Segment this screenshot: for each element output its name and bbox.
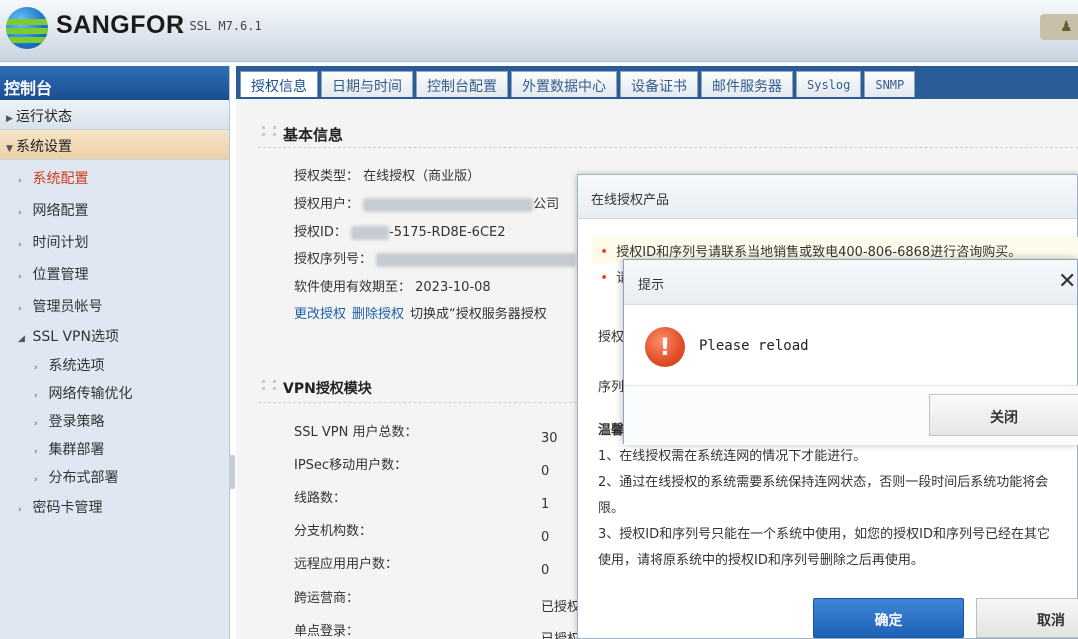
vpn-row-value: 0 <box>541 563 550 578</box>
sidebar-title: 控制台 <box>0 66 229 100</box>
tab-syslog[interactable]: Syslog <box>796 71 862 97</box>
vpn-row-value: 30 <box>541 431 558 446</box>
auth-id-label: 授权 <box>598 330 625 345</box>
vpn-row-label: IPSec移动用户数： <box>294 458 408 473</box>
bullet-icon: • <box>600 270 609 286</box>
note-line: 使用，请将原系统中的授权ID和序列号删除之后再使用。 <box>598 553 924 568</box>
chevron-right-icon: › <box>34 363 38 373</box>
caret-right-icon: ▶ <box>6 114 13 124</box>
sidebar-item-system-options[interactable]: › 系统选项 <box>0 349 229 377</box>
sidebar-item-crypto-card[interactable]: › 密码卡管理 <box>0 489 229 521</box>
vpn-row-value: 已授权 <box>541 600 581 615</box>
app-header: SANGFOR | SSL M7.6.1 ♟ <box>0 0 1078 62</box>
section-title-basic: 基本信息 <box>283 126 344 144</box>
sidebar-item-distributed[interactable]: › 分布式部署 <box>0 461 229 489</box>
sidebar-item-network-optimization[interactable]: › 网络传输优化 <box>0 377 229 405</box>
vpn-row-value: 0 <box>541 464 550 479</box>
vpn-row-label: 线路数： <box>294 491 347 506</box>
confirm-button[interactable]: 确定 <box>813 598 964 638</box>
chevron-right-icon: › <box>34 391 38 401</box>
product-version: | SSL M7.6.1 <box>175 19 262 33</box>
chevron-right-icon: › <box>34 447 38 457</box>
user-menu[interactable]: ♟ <box>1040 14 1078 40</box>
sidebar-group-status[interactable]: ▶ 运行状态 <box>0 100 229 130</box>
user-icon: ♟ <box>1060 19 1073 35</box>
vpn-row-label: 远程应用用户数： <box>294 557 399 572</box>
sidebar-item-ssl-vpn-options[interactable]: ◢ SSL VPN选项 <box>0 320 229 349</box>
tab-date-time[interactable]: 日期与时间 <box>321 71 413 97</box>
tab-external-datacenter[interactable]: 外置数据中心 <box>511 71 617 97</box>
chevron-right-icon: › <box>18 176 22 186</box>
sidebar-item-login-policy[interactable]: › 登录策略 <box>0 405 229 433</box>
alert-message: Please reload <box>699 338 809 354</box>
vpn-row-value: 已授权 <box>541 628 580 639</box>
tab-license-info[interactable]: 授权信息 <box>240 71 318 97</box>
auth-user: 授权用户： 公司 <box>294 197 560 212</box>
chevron-right-icon: › <box>34 475 38 485</box>
warning-icon: ! <box>645 327 685 367</box>
vpn-row-value: 0 <box>541 530 550 545</box>
section-bullet-icon <box>262 126 276 136</box>
reload-alert-dialog: 提示 ✕ ! Please reload 关闭 <box>623 259 1078 445</box>
vpn-row-label: 跨运营商： <box>294 591 360 606</box>
tab-console-config[interactable]: 控制台配置 <box>416 71 508 97</box>
sidebar-item-system-config[interactable]: › 系统配置 <box>0 160 229 192</box>
vpn-row-label: 单点登录： <box>294 624 360 639</box>
serial-label: 序列 <box>598 380 625 395</box>
chevron-right-icon: › <box>18 208 22 218</box>
chevron-right-icon: › <box>18 505 22 515</box>
redacted-value <box>363 197 534 212</box>
sidebar-item-cluster[interactable]: › 集群部署 <box>0 433 229 461</box>
sidebar: 控制台 ▶ 运行状态 ▼ 系统设置 › 系统配置 › 网络配置 › 时间计划 › 位… <box>0 66 230 639</box>
purchase-tip: • 授权ID和序列号请联系当地销售或致电400-806-6868进行咨询购买。 <box>600 244 1022 260</box>
sidebar-item-schedule[interactable]: › 时间计划 <box>0 224 229 256</box>
sidebar-collapse-handle[interactable] <box>229 455 235 489</box>
section-divider <box>258 147 1078 148</box>
close-button[interactable]: 关闭 <box>929 394 1078 436</box>
change-license-link[interactable]: 更改授权 <box>294 307 346 322</box>
sidebar-item-network-config[interactable]: › 网络配置 <box>0 192 229 224</box>
sidebar-item-admin-accounts[interactable]: › 管理员帐号 <box>0 288 229 320</box>
redacted-value <box>376 252 577 267</box>
chevron-right-icon: › <box>18 304 22 314</box>
note-line: 1、在线授权需在系统连网的情况下才能进行。 <box>598 449 867 464</box>
tab-mail-server[interactable]: 邮件服务器 <box>701 71 793 97</box>
tab-device-cert[interactable]: 设备证书 <box>620 71 698 97</box>
sidebar-group-settings[interactable]: ▼ 系统设置 <box>0 130 229 160</box>
vpn-row-value: 1 <box>541 497 550 512</box>
warm-tip-title: 温馨 <box>598 423 625 438</box>
section-title-vpn: VPN授权模块 <box>283 381 372 397</box>
chevron-right-icon: › <box>18 272 22 282</box>
caret-down-icon: ▼ <box>6 144 13 154</box>
note-line: 限。 <box>598 501 625 516</box>
expire-date: 软件使用有效期至： 2023-10-08 <box>294 280 491 295</box>
vpn-row-label: 分支机构数： <box>294 524 373 539</box>
switch-license-link[interactable]: 切换成“授权服务器授权 <box>410 307 547 322</box>
auth-type: 授权类型： 在线授权（商业版） <box>294 169 481 184</box>
tab-bar: 授权信息 日期与时间 控制台配置 外置数据中心 设备证书 邮件服务器 Syslog SNMP <box>236 66 1078 99</box>
sangfor-logo-icon <box>6 7 48 49</box>
note-line: 2、通过在线授权的系统需要系统保持连网状态，否则一段时间后系统功能将会 <box>598 475 1049 490</box>
license-actions: 更改授权 删除授权 切换成“授权服务器授权 <box>294 303 547 322</box>
brand-name: SANGFOR <box>56 11 185 39</box>
dialog-title: 在线授权产品 <box>578 175 1077 219</box>
auth-serial: 授权序列号： <box>294 248 577 267</box>
alert-title: 提示 <box>624 260 1077 305</box>
chevron-right-icon: › <box>34 419 38 429</box>
cancel-button[interactable]: 取消 <box>976 598 1078 638</box>
tab-snmp[interactable]: SNMP <box>864 71 916 97</box>
vpn-row-label: SSL VPN 用户总数： <box>294 425 418 440</box>
bullet-icon: • <box>600 244 609 260</box>
close-icon[interactable]: ✕ <box>1058 269 1076 294</box>
sidebar-item-location[interactable]: › 位置管理 <box>0 256 229 288</box>
section-bullet-icon <box>262 380 276 390</box>
note-line: 3、授权ID和序列号只能在一个系统中使用，如您的授权ID和序列号已经在其它 <box>598 527 1050 542</box>
delete-license-link[interactable]: 删除授权 <box>352 307 404 322</box>
caret-down-icon: ◢ <box>18 334 25 344</box>
redacted-value <box>351 225 389 240</box>
auth-id: 授权ID： -5175-RD8E-6CE2 <box>294 225 506 240</box>
chevron-right-icon: › <box>18 240 22 250</box>
